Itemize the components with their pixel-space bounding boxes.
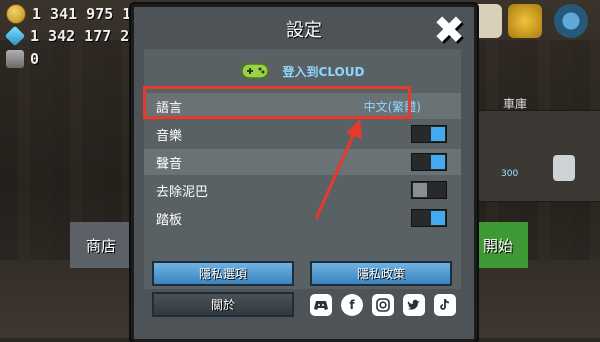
privacy-policy-label: 隱私政策 — [356, 267, 405, 281]
music-label: 音樂 — [156, 128, 183, 144]
sound-toggle[interactable] — [411, 153, 447, 171]
coin-icon — [6, 4, 26, 24]
toggle-knob — [431, 127, 445, 141]
cloud-login-row[interactable]: 登入到CLOUD — [144, 61, 461, 81]
garage-panel: 車庫 300 — [472, 97, 600, 202]
toggle-knob — [431, 155, 445, 169]
remove-mud-label: 去除泥巴 — [156, 184, 209, 200]
privacy-policy-button[interactable]: 隱私政策 — [310, 261, 452, 286]
facebook-icon[interactable]: f — [341, 294, 363, 316]
fuel-counter: 0 — [6, 50, 39, 68]
music-toggle[interactable] — [411, 125, 447, 143]
gamepad-icon — [240, 63, 269, 79]
dialog-title: 設定 — [286, 20, 322, 41]
instagram-icon[interactable] — [372, 294, 394, 316]
pedals-label: 踏板 — [156, 212, 183, 228]
trophy-icon[interactable] — [508, 4, 542, 38]
gem-counter: 1 342 177 284 — [4, 25, 148, 47]
cloud-login-link[interactable]: 登入到CLOUD — [283, 63, 365, 80]
pedals-toggle[interactable] — [411, 209, 447, 227]
gem-amount: 1 342 177 284 — [30, 27, 148, 45]
coin-counter: 1 341 975 189 — [6, 4, 149, 24]
privacy-options-label: 隱私選項 — [198, 267, 247, 281]
garage-price: 300 — [501, 169, 519, 179]
sound-label: 聲音 — [156, 156, 183, 172]
twitter-icon[interactable] — [403, 294, 425, 316]
fuel-can-icon — [6, 50, 24, 68]
fuel-amount: 0 — [30, 50, 40, 68]
about-button[interactable]: 關於 — [152, 292, 294, 317]
lock-icon — [553, 155, 575, 181]
toggle-knob — [413, 183, 427, 197]
shop-button[interactable]: 商店 — [70, 222, 132, 268]
about-label: 關於 — [210, 298, 235, 312]
start-label: 開始 — [482, 236, 513, 255]
garage-label: 車庫 — [503, 97, 528, 111]
shop-label: 商店 — [85, 236, 116, 255]
remove-mud-toggle[interactable] — [411, 181, 447, 199]
start-button[interactable]: 開始 — [468, 222, 528, 268]
gear-icon[interactable] — [554, 4, 588, 38]
close-icon[interactable]: ✖ — [432, 11, 466, 49]
toggle-knob — [431, 211, 445, 225]
privacy-options-button[interactable]: 隱私選項 — [152, 261, 294, 286]
gem-icon — [4, 25, 26, 47]
tiktok-icon[interactable] — [434, 294, 456, 316]
discord-icon[interactable] — [310, 294, 332, 316]
red-arrow-icon — [314, 119, 362, 220]
